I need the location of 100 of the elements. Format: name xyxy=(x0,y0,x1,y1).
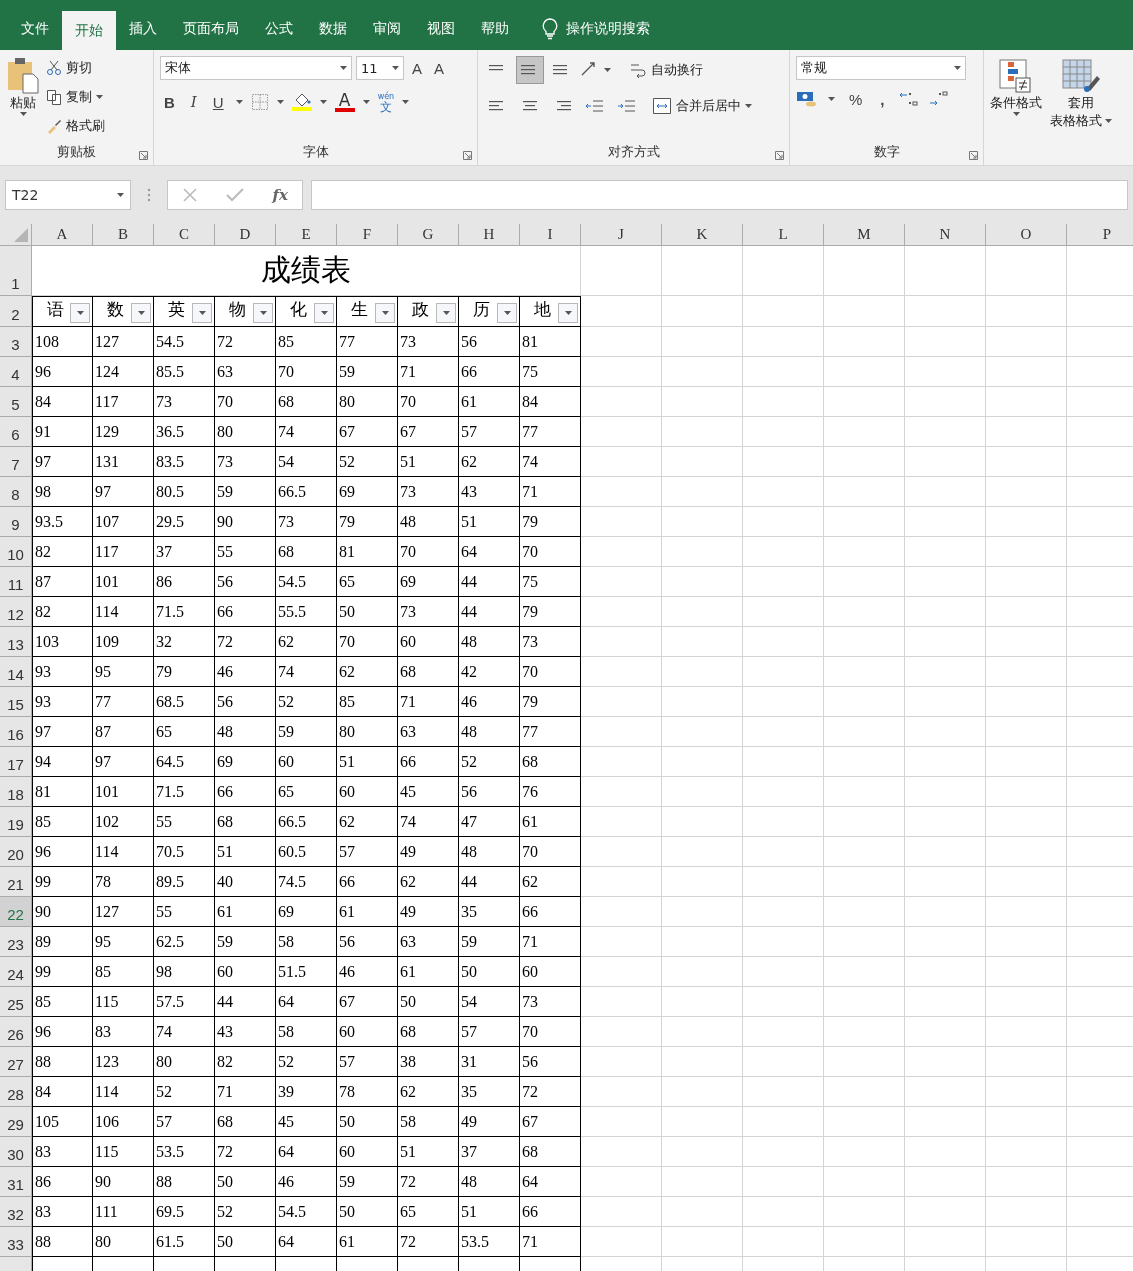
column-header[interactable]: M xyxy=(824,224,905,246)
copy-button[interactable]: 复制 xyxy=(46,85,105,109)
formula-input[interactable] xyxy=(311,180,1128,210)
underline-button[interactable]: U xyxy=(208,93,228,111)
row-header[interactable]: 8 xyxy=(0,477,32,507)
column-header[interactable]: N xyxy=(905,224,986,246)
filter-dropdown-button[interactable] xyxy=(375,303,395,323)
align-middle-button[interactable] xyxy=(516,56,544,84)
ribbon-tab[interactable]: 开始 xyxy=(62,11,116,50)
number-format-dropdown[interactable]: 常规 xyxy=(796,56,966,80)
comma-style-button[interactable]: , xyxy=(876,90,889,108)
row-header[interactable]: 12 xyxy=(0,597,32,627)
row-header[interactable]: 5 xyxy=(0,387,32,417)
ribbon-tab[interactable]: 文件 xyxy=(8,8,62,50)
column-header[interactable]: P xyxy=(1067,224,1133,246)
row-header[interactable]: 7 xyxy=(0,447,32,477)
dialog-launcher-icon[interactable] xyxy=(463,151,472,160)
column-header[interactable]: G xyxy=(398,224,459,246)
column-header[interactable]: L xyxy=(743,224,824,246)
row-header[interactable]: 16 xyxy=(0,717,32,747)
column-header[interactable]: D xyxy=(215,224,276,246)
column-header[interactable]: J xyxy=(581,224,662,246)
row-header[interactable]: 20 xyxy=(0,837,32,867)
merge-center-button[interactable]: 合并后居中 xyxy=(652,94,752,118)
shrink-font-button[interactable]: A xyxy=(430,59,449,77)
row-header[interactable]: 18 xyxy=(0,777,32,807)
column-header[interactable]: B xyxy=(93,224,154,246)
row-header[interactable]: 31 xyxy=(0,1167,32,1197)
dialog-launcher-icon[interactable] xyxy=(139,151,148,160)
percent-button[interactable]: % xyxy=(845,90,867,108)
row-header[interactable]: 10 xyxy=(0,537,32,567)
insert-function-button[interactable]: fx xyxy=(272,186,288,204)
ribbon-tab[interactable]: 页面布局 xyxy=(170,8,252,50)
row-header[interactable]: 9 xyxy=(0,507,32,537)
phonetic-guide-button[interactable]: wén 文 xyxy=(377,92,395,112)
column-header[interactable]: C xyxy=(154,224,215,246)
ribbon-tab[interactable]: 插入 xyxy=(116,8,170,50)
font-size-dropdown[interactable]: 11 xyxy=(356,56,404,80)
currency-icon[interactable] xyxy=(796,90,818,108)
ribbon-tab[interactable]: 视图 xyxy=(414,8,468,50)
dialog-launcher-icon[interactable] xyxy=(775,151,784,160)
increase-decimal-icon[interactable] xyxy=(898,90,919,108)
row-header[interactable]: 19 xyxy=(0,807,32,837)
row-header[interactable]: 21 xyxy=(0,867,32,897)
row-header[interactable]: 23 xyxy=(0,927,32,957)
bold-button[interactable]: B xyxy=(160,93,179,111)
row-header[interactable]: 33 xyxy=(0,1227,32,1257)
row-header[interactable]: 26 xyxy=(0,1017,32,1047)
column-header[interactable]: F xyxy=(337,224,398,246)
row-header[interactable]: 29 xyxy=(0,1107,32,1137)
filter-dropdown-button[interactable] xyxy=(558,303,578,323)
column-header[interactable]: E xyxy=(276,224,337,246)
row-header[interactable]: 15 xyxy=(0,687,32,717)
row-header[interactable]: 27 xyxy=(0,1047,32,1077)
row-header[interactable]: 3 xyxy=(0,327,32,357)
filter-dropdown-button[interactable] xyxy=(314,303,334,323)
decrease-decimal-icon[interactable] xyxy=(928,90,949,108)
name-box[interactable]: T22 xyxy=(5,180,131,210)
row-header[interactable]: 22 xyxy=(0,897,32,927)
conditional-formatting-button[interactable]: 条件格式 xyxy=(990,58,1042,116)
row-header[interactable]: 17 xyxy=(0,747,32,777)
ribbon-tab[interactable]: 帮助 xyxy=(468,8,522,50)
ribbon-tab[interactable]: 数据 xyxy=(306,8,360,50)
row-header[interactable]: 30 xyxy=(0,1137,32,1167)
row-header[interactable]: 1 xyxy=(0,246,32,296)
font-color-button[interactable]: A xyxy=(334,92,355,112)
filter-dropdown-button[interactable] xyxy=(497,303,517,323)
enter-check-icon[interactable] xyxy=(226,187,245,203)
row-header[interactable]: 25 xyxy=(0,987,32,1017)
row-header[interactable]: 32 xyxy=(0,1197,32,1227)
format-as-table-button[interactable]: 套用 表格格式 xyxy=(1050,58,1112,130)
fill-color-button[interactable] xyxy=(291,93,312,111)
wrap-text-button[interactable]: 自动换行 xyxy=(629,58,703,82)
tell-me-search[interactable]: 操作说明搜索 xyxy=(566,20,650,38)
column-header[interactable]: O xyxy=(986,224,1067,246)
filter-dropdown-button[interactable] xyxy=(131,303,151,323)
font-name-dropdown[interactable]: 宋体 xyxy=(160,56,352,80)
row-header[interactable]: 2 xyxy=(0,296,32,327)
row-header[interactable]: 11 xyxy=(0,567,32,597)
filter-dropdown-button[interactable] xyxy=(192,303,212,323)
filter-dropdown-button[interactable] xyxy=(70,303,90,323)
dialog-launcher-icon[interactable] xyxy=(969,151,978,160)
column-header[interactable]: A xyxy=(32,224,93,246)
borders-icon[interactable] xyxy=(250,93,269,111)
paste-button[interactable]: 粘贴 xyxy=(6,56,40,141)
column-header[interactable]: K xyxy=(662,224,743,246)
italic-button[interactable]: I xyxy=(186,93,201,111)
ribbon-tab[interactable]: 公式 xyxy=(252,8,306,50)
ribbon-tab[interactable]: 审阅 xyxy=(360,8,414,50)
row-header[interactable]: 24 xyxy=(0,957,32,987)
column-header[interactable]: I xyxy=(520,224,581,246)
filter-dropdown-button[interactable] xyxy=(253,303,273,323)
filter-dropdown-button[interactable] xyxy=(436,303,456,323)
cut-button[interactable]: 剪切 xyxy=(46,56,105,80)
row-header[interactable]: 28 xyxy=(0,1077,32,1107)
format-painter-button[interactable]: 格式刷 xyxy=(46,114,105,138)
row-header[interactable]: 13 xyxy=(0,627,32,657)
row-header[interactable]: 6 xyxy=(0,417,32,447)
row-header[interactable]: 4 xyxy=(0,357,32,387)
row-header[interactable]: 14 xyxy=(0,657,32,687)
